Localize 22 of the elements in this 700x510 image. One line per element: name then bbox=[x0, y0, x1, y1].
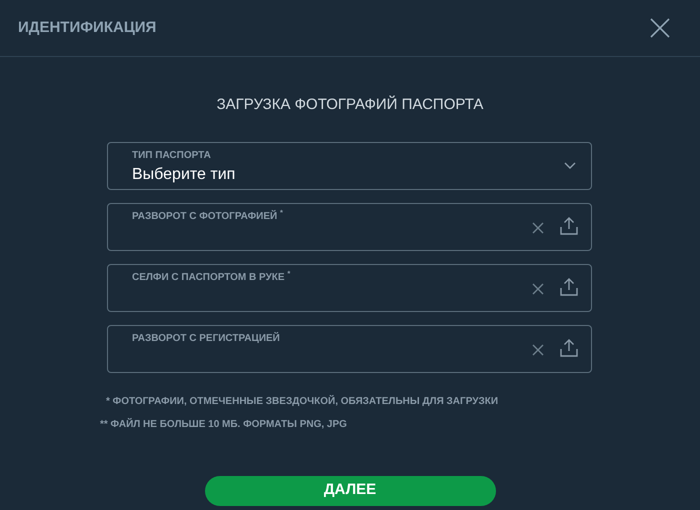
dropdown-value: Выберите тип bbox=[132, 164, 236, 184]
upload-field[interactable]: РАЗВОРОТ С ФОТОГРАФИЕЙ $^{*}$ bbox=[107, 202, 592, 250]
clear-icon[interactable] bbox=[532, 282, 544, 294]
passport-type-dropdown[interactable]: ТИП ПАСПОРТА Выберите тип bbox=[107, 142, 592, 190]
clear-icon[interactable] bbox=[532, 222, 544, 234]
footnote: ** ФАЙЛ НЕ БОЛЬШЕ 10 МБ. ФОРМАТЫ PNG, JPG bbox=[100, 417, 348, 432]
upload-field[interactable]: СЕЛФИ С ПАСПОРТОМ В РУКЕ $^{*}$ bbox=[107, 264, 592, 312]
window-title: ИДЕНТИФИКАЦИЯ bbox=[18, 18, 156, 38]
close-icon[interactable] bbox=[650, 18, 670, 38]
chevron-down-icon bbox=[564, 162, 576, 170]
upload-icon[interactable] bbox=[560, 278, 578, 296]
upload-icon[interactable] bbox=[560, 216, 578, 234]
next-button[interactable]: ДАЛЕЕ bbox=[204, 476, 496, 506]
clear-icon[interactable] bbox=[532, 344, 544, 356]
section-heading: ЗАГРУЗКА ФОТОГРАФИЙ ПАСПОРТА bbox=[216, 94, 484, 115]
field-label: РАЗВОРОТ С РЕГИСТРАЦИЕЙ bbox=[132, 331, 280, 346]
field-label: РАЗВОРОТ С ФОТОГРАФИЕЙ $^{*}$ bbox=[132, 208, 283, 224]
field-label: СЕЛФИ С ПАСПОРТОМ В РУКЕ $^{*}$ bbox=[132, 270, 290, 284]
field-label: ТИП ПАСПОРТА bbox=[132, 148, 211, 162]
footnote: * ФОТОГРАФИИ, ОТМЕЧЕННЫЕ ЗВЕЗДОЧКОЙ, ОБЯЗАТЕЛЬНЫ ДЛЯ ЗАГРУЗКИ bbox=[105, 394, 500, 408]
upload-field[interactable]: РАЗВОРОТ С РЕГИСТРАЦИЕЙ bbox=[107, 324, 592, 372]
upload-icon[interactable] bbox=[560, 338, 578, 356]
